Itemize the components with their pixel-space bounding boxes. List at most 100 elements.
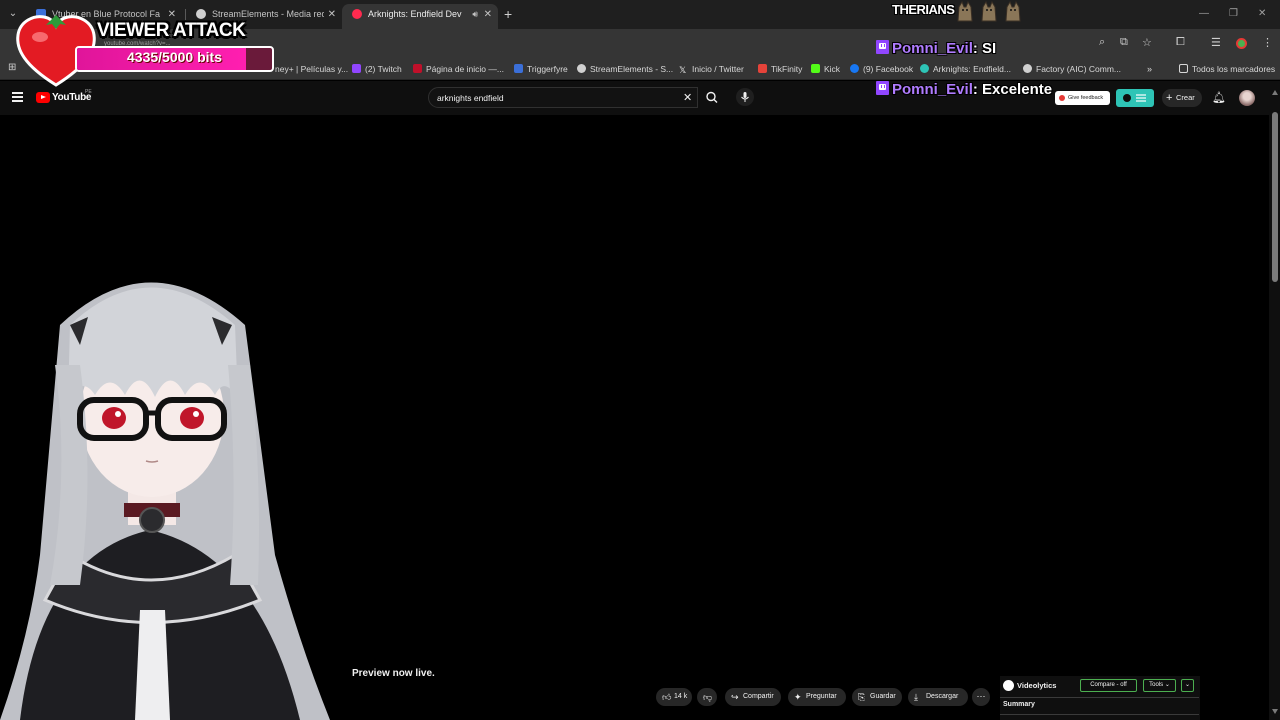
dislike-button[interactable]: 👎︎ xyxy=(697,688,717,706)
download-button[interactable]: ⤓ Descargar xyxy=(908,688,968,706)
profile-extension-icon[interactable] xyxy=(1236,38,1247,49)
close-icon[interactable]: ✕ xyxy=(484,4,492,25)
compare-toggle-button[interactable]: Compare - off xyxy=(1080,679,1137,692)
voice-search-button[interactable] xyxy=(736,88,754,106)
youtube-logo-icon[interactable] xyxy=(36,92,50,103)
new-tab-button[interactable]: + xyxy=(504,6,512,22)
twitch-icon xyxy=(876,81,889,95)
bookmark-item[interactable]: Arknights: Endfield... xyxy=(920,62,1011,76)
cat-icon xyxy=(981,1,997,22)
search-button[interactable] xyxy=(700,87,724,108)
kick-icon xyxy=(811,64,820,73)
share-label: Compartir xyxy=(743,693,774,700)
bookmark-label: Página de inicio —... xyxy=(426,64,504,74)
region-code: PE xyxy=(85,89,92,95)
more-actions-button[interactable]: ⋯ xyxy=(972,688,990,706)
chat-username: Pomni_Evil xyxy=(892,40,973,57)
tools-label: Tools xyxy=(1149,682,1164,688)
microphone-icon xyxy=(741,92,749,102)
bookmark-item[interactable]: Triggerfyre xyxy=(514,62,568,76)
speaker-icon[interactable]: 🔊︎ xyxy=(472,4,478,25)
bookmark-item[interactable]: Factory (AIC) Comm... xyxy=(1023,62,1121,76)
bookmark-label: Inicio / Twitter xyxy=(692,64,744,74)
clear-search-icon[interactable]: ✕ xyxy=(683,91,692,104)
restore-icon[interactable]: ❐ xyxy=(1229,8,1238,19)
panel-divider xyxy=(1000,714,1199,715)
scroll-down-arrow-icon[interactable] xyxy=(1272,709,1278,714)
bookmark-label: Triggerfyre xyxy=(527,64,568,74)
bookmark-star-icon[interactable]: ☆ xyxy=(1142,36,1152,49)
download-label: Descargar xyxy=(926,693,959,700)
scroll-up-arrow-icon[interactable] xyxy=(1272,90,1278,95)
search-input-value[interactable]: arknights endfield xyxy=(437,93,504,103)
bookmark-item[interactable]: (2) Twitch xyxy=(352,62,402,76)
like-button[interactable]: 👍︎ 14 k xyxy=(656,688,692,706)
bookmarks-overflow-chevron-icon[interactable]: » xyxy=(1147,62,1152,76)
bookmark-label: ney+ | Películas y... xyxy=(275,64,349,74)
zoom-icon[interactable]: ⌕ xyxy=(1099,36,1105,49)
thumbs-down-icon: 👎︎ xyxy=(703,692,713,702)
tab-arknights-active[interactable]: Arknights: Endfield Dev Log... 🔊︎ ✕ xyxy=(342,4,498,29)
extension-list-icon xyxy=(1123,94,1146,102)
folder-icon xyxy=(1179,64,1188,73)
summary-tab[interactable]: Summary xyxy=(1003,701,1035,708)
scrollbar-thumb[interactable] xyxy=(1272,112,1278,282)
bookmark-item[interactable]: 𝕏 Inicio / Twitter xyxy=(679,62,744,76)
bookmark-item[interactable]: Kick xyxy=(811,62,840,76)
ask-label: Preguntar xyxy=(806,693,837,700)
avatar[interactable] xyxy=(1239,90,1255,106)
bookmark-label: Arknights: Endfield... xyxy=(933,64,1011,74)
sparkle-icon: ✦ xyxy=(794,692,802,702)
bookmark-label: Factory (AIC) Comm... xyxy=(1036,64,1122,74)
menu-dots-icon[interactable]: ⋮ xyxy=(1262,36,1273,49)
bookmark-item[interactable]: Página de inicio —... xyxy=(413,62,504,76)
bookmark-label: StreamElements - S... xyxy=(590,64,674,74)
share-button[interactable]: ↪ Compartir xyxy=(725,688,781,706)
bookmark-label: (9) Facebook xyxy=(863,64,914,74)
chat-message: Pomni_Evil: SI xyxy=(892,40,996,60)
create-button[interactable]: Crear xyxy=(1162,89,1202,107)
tab-favicon xyxy=(196,9,206,19)
thumbs-up-icon: 👍︎ xyxy=(662,692,672,702)
panel-divider xyxy=(1000,697,1199,698)
share-icon: ↪ xyxy=(731,692,739,702)
hamburger-menu-icon[interactable] xyxy=(12,92,23,102)
therians-overlay-text: THERIANS xyxy=(892,2,955,17)
vtuber-avatar-illustration xyxy=(0,282,330,720)
twitch-icon xyxy=(876,40,889,54)
save-button[interactable]: ⎘ Guardar xyxy=(852,688,902,706)
chat-message: Pomni_Evil: Excelente xyxy=(892,81,1052,101)
facebook-icon xyxy=(850,64,859,73)
panel-collapse-chevron-icon[interactable]: ⌄ xyxy=(1181,679,1194,692)
bookmark-item[interactable]: ney+ | Películas y... xyxy=(275,62,348,76)
x-twitter-icon: 𝕏 xyxy=(679,65,687,75)
cast-icon[interactable]: ⧉ xyxy=(1120,36,1128,49)
bookmark-label: (2) Twitch xyxy=(365,64,402,74)
chat-username: Pomni_Evil xyxy=(892,81,973,98)
more-dots-icon: ⋯ xyxy=(976,691,986,701)
bookmark-item[interactable]: (9) Facebook xyxy=(850,62,913,76)
twitch-icon xyxy=(352,64,361,73)
tools-dropdown-button[interactable]: Tools ⌄ xyxy=(1143,679,1176,692)
extensions-icon[interactable]: ⧠ xyxy=(1176,36,1185,49)
bookmark-label: Kick xyxy=(824,64,841,74)
ask-button[interactable]: ✦ Preguntar xyxy=(788,688,846,706)
bookmark-item[interactable]: TikFinity xyxy=(758,62,802,76)
all-bookmarks-folder[interactable]: Todos los marcadores xyxy=(1179,62,1275,76)
bookmark-item[interactable]: StreamElements - S... xyxy=(577,62,673,76)
cat-icon xyxy=(957,1,973,22)
bookmark-icon: ⎘ xyxy=(858,692,866,702)
chat-text: : SI xyxy=(972,40,997,57)
bookmark-favicon-icon xyxy=(920,64,929,73)
notifications-bell-icon[interactable]: 🔔︎ xyxy=(1212,91,1226,104)
videolytics-logo-icon xyxy=(1003,680,1014,691)
give-feedback-button[interactable]: Give feedback xyxy=(1055,91,1110,105)
like-count: 14 k xyxy=(674,693,688,700)
close-window-icon[interactable]: ✕ xyxy=(1258,8,1266,19)
tab-groups-icon[interactable]: ☰ xyxy=(1211,36,1221,49)
close-icon[interactable]: ✕ xyxy=(328,4,336,25)
extension-button[interactable] xyxy=(1116,89,1154,107)
minimize-icon[interactable]: — xyxy=(1199,8,1209,19)
tab-title: Arknights: Endfield Dev Log... xyxy=(368,9,464,19)
download-icon: ⤓ xyxy=(914,692,918,702)
